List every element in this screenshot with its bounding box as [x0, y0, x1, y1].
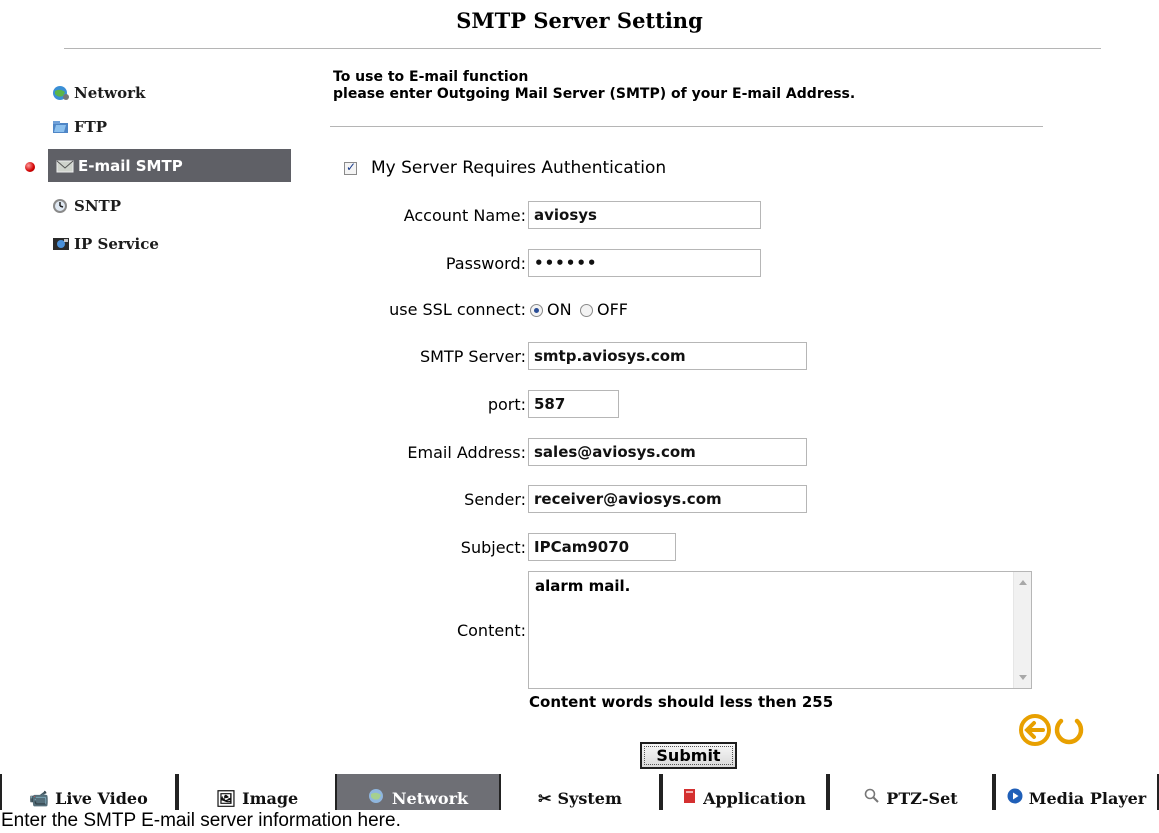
- port-input[interactable]: 587: [528, 390, 619, 418]
- sender-input[interactable]: receiver@aviosys.com: [528, 485, 807, 513]
- ssl-off-label: OFF: [597, 300, 628, 319]
- port-label: port:: [487, 395, 526, 414]
- auth-label: My Server Requires Authentication: [371, 158, 667, 178]
- sidebar-item-label: Network: [74, 84, 146, 102]
- camera-icon: 📹: [29, 789, 50, 808]
- email-envelope-icon: [56, 158, 74, 174]
- tab-live-video[interactable]: 📹 Live Video: [0, 774, 177, 810]
- title-divider: [64, 48, 1101, 49]
- email-address-label: Email Address:: [407, 443, 526, 462]
- content-label: Content:: [456, 621, 526, 640]
- tab-label: PTZ-Set: [886, 789, 958, 808]
- tab-label: System: [557, 789, 622, 808]
- play-icon: [1007, 788, 1023, 808]
- tab-image[interactable]: 🖼 Image: [177, 774, 337, 810]
- sidebar-item-email-smtp[interactable]: E-mail SMTP: [48, 149, 291, 182]
- network-globe-icon: [52, 85, 70, 101]
- content-textarea[interactable]: alarm mail.: [528, 571, 1032, 689]
- sidebar-item-ftp[interactable]: FTP: [52, 116, 107, 138]
- ip-service-icon: [52, 236, 70, 252]
- application-icon: [683, 788, 697, 808]
- intro-text: To use to E-mail function please enter O…: [333, 69, 855, 103]
- active-bullet-icon: [25, 162, 35, 172]
- scroll-up-icon[interactable]: [1019, 580, 1027, 585]
- submit-button[interactable]: Submit: [640, 742, 737, 769]
- image-icon: 🖼: [215, 789, 237, 808]
- back-arrow-icon[interactable]: [1017, 712, 1053, 752]
- account-name-label: Account Name:: [403, 206, 526, 225]
- refresh-icon[interactable]: [1052, 712, 1086, 752]
- content-text: alarm mail.: [535, 577, 631, 595]
- sidebar-item-ip-service[interactable]: IP Service: [52, 233, 159, 255]
- tab-ptz-set[interactable]: PTZ-Set: [828, 774, 994, 810]
- auth-checkbox[interactable]: [344, 160, 357, 175]
- sidebar-item-label: E-mail SMTP: [78, 156, 183, 175]
- content-note: Content words should less then 255: [529, 693, 834, 711]
- bottom-tab-bar: 📹 Live Video 🖼 Image Network ✂ System Ap…: [0, 774, 1159, 810]
- tab-network[interactable]: Network: [337, 774, 499, 810]
- sidebar-item-label: IP Service: [74, 235, 159, 253]
- ftp-folder-icon: [52, 119, 70, 135]
- tab-label: Image: [242, 789, 299, 808]
- sender-label: Sender:: [464, 490, 526, 509]
- tab-label: Live Video: [55, 789, 148, 808]
- password-input[interactable]: ••••••: [528, 249, 761, 277]
- subject-input[interactable]: IPCam9070: [528, 533, 676, 561]
- ssl-on-radio[interactable]: [530, 304, 543, 317]
- ssl-off-radio[interactable]: [580, 304, 593, 317]
- smtp-server-label: SMTP Server:: [419, 347, 526, 366]
- intro-line-2: please enter Outgoing Mail Server (SMTP)…: [333, 86, 856, 102]
- ssl-on-label: ON: [547, 300, 572, 319]
- account-name-input[interactable]: aviosys: [528, 201, 761, 229]
- intro-line-1: To use to E-mail function: [333, 69, 529, 85]
- tab-label: Application: [703, 789, 806, 808]
- tab-media-player[interactable]: Media Player: [994, 774, 1159, 810]
- content-scrollbar[interactable]: [1013, 572, 1031, 688]
- email-address-input[interactable]: sales@aviosys.com: [528, 438, 807, 466]
- network-icon: [368, 788, 386, 808]
- ssl-label: use SSL connect:: [389, 300, 526, 319]
- magnifier-icon: [864, 788, 880, 808]
- tab-application[interactable]: Application: [661, 774, 828, 810]
- tools-icon: ✂: [538, 789, 552, 808]
- sidebar-item-network[interactable]: Network: [52, 82, 145, 104]
- page-title: SMTP Server Setting: [456, 8, 703, 33]
- scroll-down-icon[interactable]: [1019, 675, 1027, 680]
- smtp-server-input[interactable]: smtp.aviosys.com: [528, 342, 807, 370]
- caption-text: Enter the SMTP E-mail server information…: [1, 810, 401, 831]
- tab-label: Network: [391, 789, 469, 808]
- subject-label: Subject:: [460, 538, 526, 557]
- tab-label: Media Player: [1028, 789, 1147, 808]
- password-label: Password:: [445, 254, 526, 273]
- tab-system[interactable]: ✂ System: [499, 774, 661, 810]
- sidebar-item-label: FTP: [74, 118, 108, 136]
- intro-divider: [330, 126, 1043, 127]
